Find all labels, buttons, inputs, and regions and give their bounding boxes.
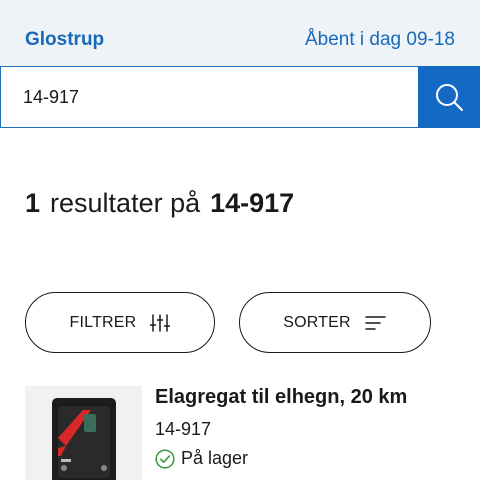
stock-label: På lager bbox=[181, 448, 249, 468]
sort-lines-icon bbox=[365, 315, 386, 330]
search-input[interactable] bbox=[0, 66, 419, 128]
sort-button[interactable]: SORTER bbox=[239, 292, 431, 353]
search-bar bbox=[0, 66, 480, 128]
filter-label: FILTRER bbox=[69, 313, 137, 331]
opening-hours[interactable]: Åbent i dag 09-18 bbox=[305, 29, 455, 51]
results-text: resultater på bbox=[50, 188, 201, 218]
product-photo bbox=[25, 386, 142, 480]
store-header: Glostrup Åbent i dag 09-18 bbox=[0, 0, 480, 66]
product-image[interactable] bbox=[25, 386, 142, 480]
store-name[interactable]: Glostrup bbox=[25, 29, 104, 51]
product-title[interactable]: Elagregat til elhegn, 20 km bbox=[155, 386, 407, 409]
search-icon bbox=[436, 84, 463, 111]
sliders-icon bbox=[150, 313, 171, 332]
check-circle-icon bbox=[155, 448, 175, 469]
results-count: 1 bbox=[25, 188, 41, 218]
results-query: 14-917 bbox=[210, 188, 295, 218]
product-sku: 14-917 bbox=[155, 419, 212, 439]
results-heading: 1 resultater på 14-917 bbox=[25, 188, 294, 219]
sort-label: SORTER bbox=[283, 313, 351, 331]
search-button[interactable] bbox=[418, 66, 480, 128]
filter-button[interactable]: FILTRER bbox=[25, 292, 215, 353]
stock-status: På lager bbox=[155, 448, 248, 469]
product-card[interactable]: Elagregat til elhegn, 20 km 14-917 På la… bbox=[0, 380, 480, 480]
